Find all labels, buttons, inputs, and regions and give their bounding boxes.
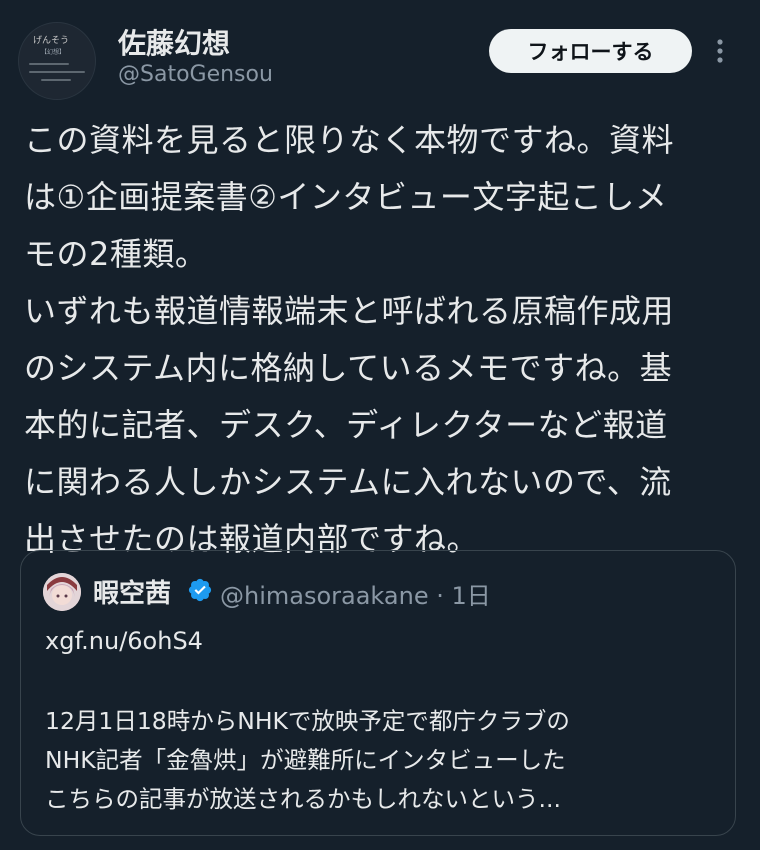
quoted-author-name: 暇空茜 [93,579,172,609]
quoted-handle-and-time: @himasoraakane · 1日 [220,582,491,610]
tweet-header: げんそう 【幻想】 佐藤幻想 @SatoGensou フォローする [0,0,760,110]
avatar-subtitle-text: 【幻想】 [41,49,66,56]
author-handle[interactable]: @SatoGensou [118,62,273,87]
more-vertical-icon[interactable] [712,34,728,68]
quoted-link[interactable]: xgf.nu/6ohS4 [45,627,203,655]
quoted-author-avatar [43,573,81,611]
avatar-title-text: げんそう [33,36,70,46]
avatar-text-line [41,79,71,81]
quoted-tweet-body: 12月1日18時からNHKで放映予定で都庁クラブの NHK記者「金魯烘」が避難所… [45,707,570,813]
follow-button[interactable]: フォローする [489,29,692,73]
avatar-text-line [29,63,69,65]
verified-badge-icon [187,577,213,603]
author-avatar[interactable]: げんそう 【幻想】 [18,22,96,100]
author-display-name[interactable]: 佐藤幻想 [118,22,230,62]
tweet-body-text: この資料を見ると限りなく本物ですね。資料 は①企画提案書②インタビュー文字起こし… [24,121,675,558]
quoted-tweet-card[interactable]: 暇空茜 @himasoraakane · 1日 xgf.nu/6ohS4 12月… [20,550,736,836]
avatar-text-line [29,71,85,73]
